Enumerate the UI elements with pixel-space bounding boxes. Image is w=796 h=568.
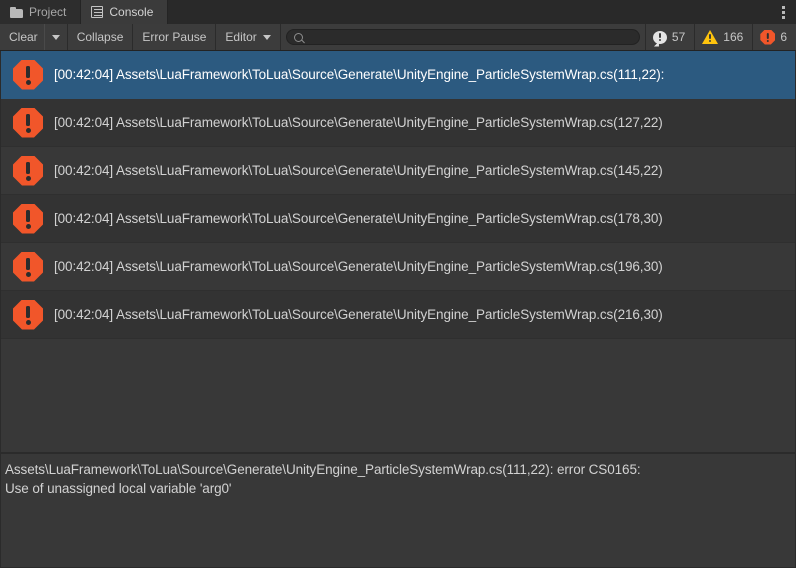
log-row[interactable]: [00:42:04] Assets\LuaFramework\ToLua\Sou…	[1, 291, 795, 339]
error-count: 6	[780, 30, 787, 44]
collapse-button-label: Collapse	[76, 30, 124, 44]
log-row[interactable]: [00:42:04] Assets\LuaFramework\ToLua\Sou…	[1, 51, 795, 99]
error-pause-button-label: Error Pause	[142, 30, 207, 44]
log-row[interactable]: [00:42:04] Assets\LuaFramework\ToLua\Sou…	[1, 147, 795, 195]
log-row-message: [00:42:04] Assets\LuaFramework\ToLua\Sou…	[54, 211, 663, 226]
log-list[interactable]: [00:42:04] Assets\LuaFramework\ToLua\Sou…	[0, 51, 796, 452]
warning-count: 166	[723, 30, 744, 44]
tab-bar-filler	[168, 0, 770, 24]
log-row-message: [00:42:04] Assets\LuaFramework\ToLua\Sou…	[54, 259, 663, 274]
error-icon	[13, 251, 43, 282]
info-icon	[652, 30, 667, 44]
error-icon	[760, 29, 776, 45]
log-row[interactable]: [00:42:04] Assets\LuaFramework\ToLua\Sou…	[1, 243, 795, 291]
kebab-menu-icon[interactable]	[770, 0, 796, 24]
log-row[interactable]: [00:42:04] Assets\LuaFramework\ToLua\Sou…	[1, 99, 795, 147]
search-field[interactable]	[285, 29, 640, 45]
warning-counter[interactable]: 166	[694, 24, 753, 50]
log-detail-line-2: Use of unassigned local variable 'arg0'	[5, 481, 232, 496]
clear-button[interactable]: Clear	[0, 24, 45, 50]
error-icon	[13, 155, 43, 186]
error-counter[interactable]: 6	[752, 24, 796, 50]
info-count: 57	[671, 30, 686, 44]
unity-console-window: Project Console Clear Collapse Error Pau…	[0, 0, 796, 568]
error-pause-button[interactable]: Error Pause	[133, 24, 217, 50]
log-row-message: [00:42:04] Assets\LuaFramework\ToLua\Sou…	[54, 115, 663, 130]
editor-dropdown[interactable]: Editor	[216, 24, 281, 50]
log-row-message: [00:42:04] Assets\LuaFramework\ToLua\Sou…	[54, 67, 665, 82]
error-icon	[13, 107, 43, 138]
search-icon	[293, 32, 303, 42]
log-row-message: [00:42:04] Assets\LuaFramework\ToLua\Sou…	[54, 163, 663, 178]
clear-dropdown-button[interactable]	[44, 24, 68, 50]
error-icon	[13, 203, 43, 234]
error-icon	[13, 59, 43, 90]
tab-project[interactable]: Project	[0, 0, 82, 24]
tab-console[interactable]: Console	[81, 0, 169, 24]
info-counter[interactable]: 57	[644, 24, 695, 50]
clear-button-label: Clear	[9, 30, 38, 44]
editor-dropdown-label: Editor	[225, 30, 257, 44]
chevron-down-icon	[262, 34, 271, 40]
tab-bar: Project Console	[0, 0, 796, 24]
search-input[interactable]	[302, 31, 632, 43]
console-toolbar: Clear Collapse Error Pause Editor 57 166	[0, 24, 796, 51]
tab-console-label: Console	[109, 5, 154, 19]
log-row[interactable]: [00:42:04] Assets\LuaFramework\ToLua\Sou…	[1, 195, 795, 243]
log-detail-line-1: Assets\LuaFramework\ToLua\Source\Generat…	[5, 462, 641, 477]
log-row-message: [00:42:04] Assets\LuaFramework\ToLua\Sou…	[54, 307, 663, 322]
chevron-down-icon	[51, 34, 60, 40]
folder-icon	[10, 6, 23, 18]
tab-project-label: Project	[29, 5, 67, 19]
search-container	[280, 24, 645, 50]
console-icon	[91, 6, 104, 18]
log-detail-pane[interactable]: Assets\LuaFramework\ToLua\Source\Generat…	[0, 454, 796, 568]
error-icon	[13, 299, 43, 330]
warning-icon	[702, 30, 719, 44]
collapse-button[interactable]: Collapse	[67, 24, 134, 50]
